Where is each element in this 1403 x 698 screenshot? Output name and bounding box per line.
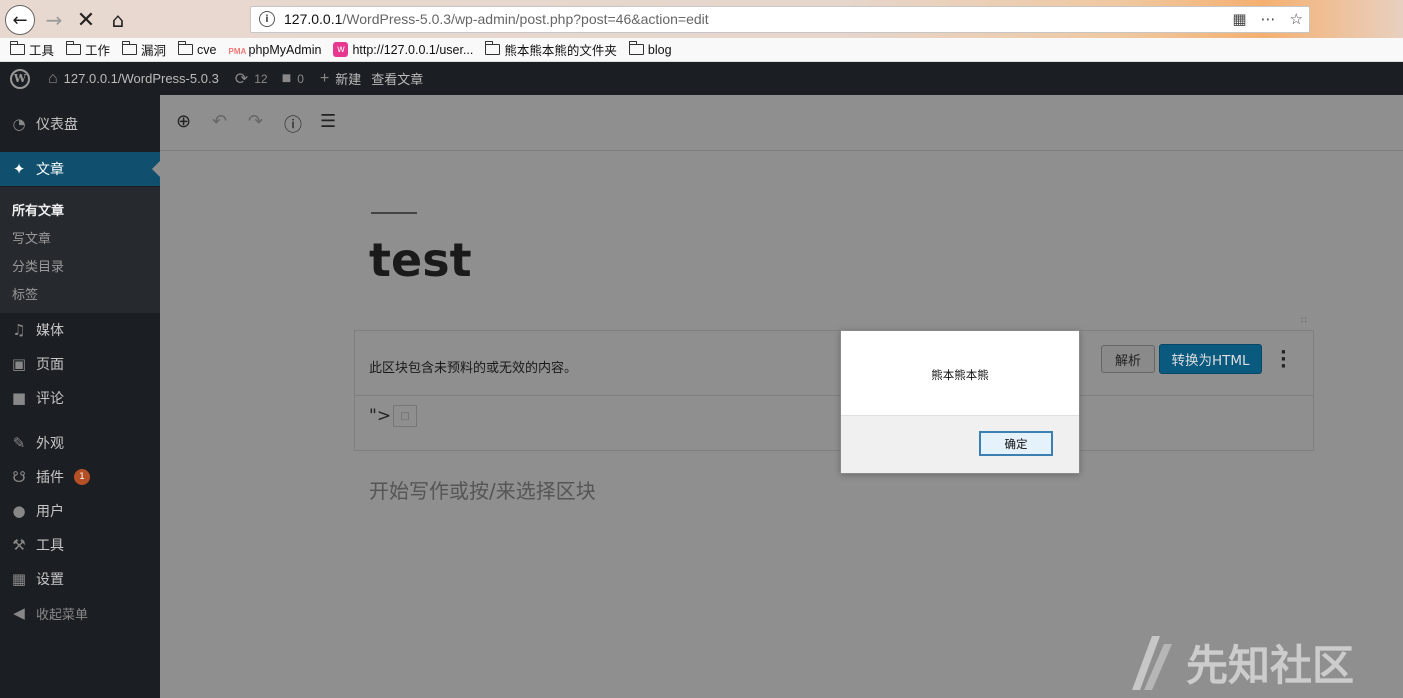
folder-icon [484, 41, 501, 55]
settings-icon: ▦ [11, 570, 27, 588]
submenu-all-posts[interactable]: 所有文章 [12, 200, 64, 219]
view-post-link[interactable]: 查看文章 [371, 69, 423, 88]
folder-icon [121, 41, 138, 55]
forward-button[interactable]: → [40, 6, 68, 34]
broken-image-icon: □ [393, 405, 418, 427]
info-icon[interactable]: i [259, 11, 275, 27]
resize-grip-icon: ∷ [1301, 316, 1307, 326]
menu-posts[interactable]: ✦ 文章 [0, 152, 160, 186]
qr-code-icon[interactable]: ▦ [1232, 10, 1246, 28]
bookmark-star-icon[interactable]: ☆ [1290, 10, 1303, 28]
url-text[interactable]: 127.0.0.1/WordPress-5.0.3/wp-admin/post.… [284, 11, 709, 27]
media-icon: ♫ [12, 321, 26, 339]
menu-tools[interactable]: ⚒ 工具 [0, 528, 160, 562]
menu-settings[interactable]: ▦ 设置 [0, 562, 160, 596]
watermark-logo-icon [1132, 635, 1172, 690]
wp-logo-menu[interactable]: W [10, 68, 30, 89]
plus-icon: + [319, 69, 330, 87]
folder-icon [9, 41, 25, 55]
bookmark-item[interactable]: 工具 [9, 40, 54, 59]
refresh-icon: ⟳ [234, 70, 249, 88]
bookmark-item[interactable]: blog [628, 41, 672, 57]
menu-appearance[interactable]: ✎ 外观 [0, 426, 160, 460]
site-name-link[interactable]: ⌂ 127.0.0.1/WordPress-5.0.3 [48, 70, 219, 88]
info-icon[interactable]: ⓘ [284, 111, 302, 137]
browser-toolbar: ← → ✕ ⌂ i 127.0.0.1/WordPress-5.0.3/wp-a… [0, 0, 1403, 38]
ok-button[interactable]: 确定 [979, 431, 1053, 456]
pin-icon: ✦ [12, 160, 26, 178]
dashboard-icon: ◔ [12, 115, 26, 133]
parse-button[interactable]: 解析 [1101, 345, 1155, 373]
home-button[interactable]: ⌂ [104, 6, 132, 34]
undo-icon[interactable]: ↶ [212, 111, 227, 132]
menu-plugins[interactable]: ☋ 插件 1 [0, 460, 160, 494]
back-button[interactable]: ← [5, 5, 35, 35]
wordpress-icon: W [10, 68, 30, 89]
add-block-icon[interactable]: ⊕ [176, 111, 191, 132]
block-content: "> □ [369, 405, 418, 427]
wp-admin-bar: W ⌂ 127.0.0.1/WordPress-5.0.3 ⟳ 12 ■ 0 + 新建 … [0, 62, 1403, 95]
collapse-arrow-icon: ◀ [13, 604, 25, 622]
collapse-menu-button[interactable]: ◀ 收起菜单 [0, 596, 160, 630]
bookmark-item[interactable]: 漏洞 [121, 40, 166, 59]
address-bar[interactable]: i 127.0.0.1/WordPress-5.0.3/wp-admin/pos… [250, 6, 1310, 33]
comment-icon: ■ [11, 389, 27, 407]
new-content-link[interactable]: + 新建 [320, 69, 361, 88]
editor-toolbar: ⊕ ↶ ↷ ⓘ ☰ [160, 95, 1403, 151]
more-actions-icon[interactable]: ⋯ [1261, 10, 1276, 28]
menu-pages[interactable]: ▣ 页面 [0, 347, 160, 381]
alert-dialog: 熊本熊本熊 确定 [840, 330, 1080, 474]
block-warning-text: 此区块包含未预料的或无效的内容。 [369, 361, 578, 376]
posts-submenu: 所有文章 写文章 分类目录 标签 [0, 187, 160, 313]
folder-icon [628, 41, 644, 55]
convert-to-html-button[interactable]: 转换为HTML [1159, 344, 1262, 374]
plugins-update-badge: 1 [74, 469, 90, 485]
block-navigation-icon[interactable]: ☰ [320, 111, 336, 132]
menu-dashboard[interactable]: ◔ 仪表盘 [0, 107, 160, 141]
brush-icon: ✎ [12, 434, 26, 452]
watermark: 先知社区 [1130, 632, 1354, 693]
submenu-tags[interactable]: 标签 [12, 284, 38, 303]
bookmark-item[interactable]: 工作 [65, 40, 110, 59]
bookmarks-bar: 工具 工作 漏洞 cve PMA phpMyAdmin w http://127.0… [0, 38, 1403, 62]
bookmark-item[interactable]: cve [177, 41, 217, 57]
bookmark-item[interactable]: w http://127.0.0.1/user... [333, 42, 473, 57]
comment-icon: ■ [281, 69, 292, 87]
alert-message: 熊本熊本熊 [931, 368, 989, 382]
phpmyadmin-icon: PMA [228, 46, 247, 56]
default-block-appender[interactable]: 开始写作或按/来选择区块 [369, 475, 596, 504]
submenu-categories[interactable]: 分类目录 [12, 256, 64, 275]
plugin-icon: ☋ [12, 468, 26, 486]
block-warning: 此区块包含未预料的或无效的内容。 解析 转换为HTML · · · [355, 331, 1313, 396]
wrench-icon: ⚒ [12, 536, 26, 554]
page-icon: ▣ [11, 355, 27, 373]
folder-icon [65, 41, 82, 55]
menu-comments[interactable]: ■ 评论 [0, 381, 160, 415]
folder-icon [177, 41, 194, 55]
more-options-icon[interactable]: · · · [1280, 344, 1287, 376]
post-title[interactable]: test [369, 233, 472, 287]
dialog-footer: 确定 [841, 415, 1079, 473]
menu-users[interactable]: ● 用户 [0, 494, 160, 528]
submenu-new-post[interactable]: 写文章 [12, 228, 51, 247]
bookmark-item[interactable]: 熊本熊本熊的文件夹 [484, 40, 617, 59]
stop-button[interactable]: ✕ [72, 6, 100, 34]
redo-icon[interactable]: ↷ [248, 111, 263, 132]
bookmark-item[interactable]: PMA phpMyAdmin [229, 43, 322, 57]
comments-link[interactable]: ■ 0 [282, 70, 304, 88]
invalid-block[interactable]: 此区块包含未预料的或无效的内容。 解析 转换为HTML · · · "> □ [354, 330, 1314, 451]
admin-sidebar: ◔ 仪表盘 ✦ 文章 所有文章 写文章 分类目录 标签 ♫ 媒体 ▣ 页面 ■ 评论 ✎ 外… [0, 95, 160, 698]
home-icon: ⌂ [48, 69, 58, 87]
title-separator [371, 212, 417, 214]
menu-media[interactable]: ♫ 媒体 [0, 313, 160, 347]
site-icon: w [333, 42, 349, 57]
updates-link[interactable]: ⟳ 12 [235, 69, 268, 89]
user-icon: ● [12, 502, 26, 520]
